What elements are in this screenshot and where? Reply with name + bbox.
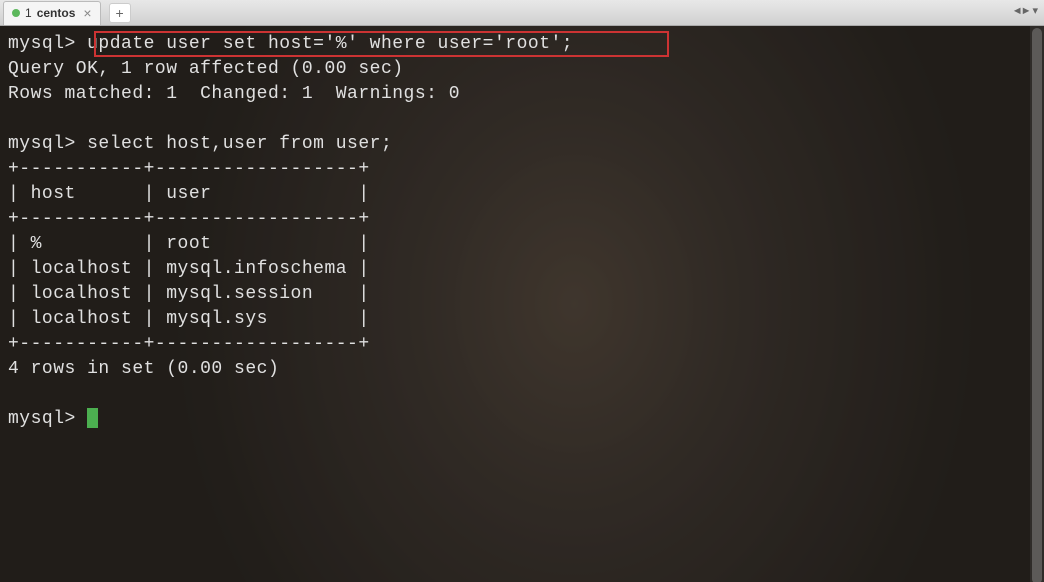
- tab-bar: 1 centos × + ◄► ▾: [0, 0, 1044, 26]
- table-border: +-----------+------------------+: [8, 334, 370, 354]
- table-row: | localhost | mysql.session |: [8, 284, 370, 304]
- scrollbar[interactable]: [1030, 26, 1044, 582]
- table-border: +-----------+------------------+: [8, 159, 370, 179]
- prompt: mysql>: [8, 34, 87, 54]
- tab-number: 1: [25, 6, 32, 20]
- dropdown-icon: ▾: [1032, 4, 1038, 17]
- terminal[interactable]: mysql> update user set host='%' where us…: [0, 26, 1044, 582]
- tab-menu[interactable]: ◄► ▾: [1012, 4, 1038, 17]
- table-header: | host | user |: [8, 184, 370, 204]
- tab-centos[interactable]: 1 centos ×: [3, 1, 101, 25]
- output-line: mysql> select host,user from user;: [8, 134, 392, 154]
- output-line: 4 rows in set (0.00 sec): [8, 359, 279, 379]
- tab-title: centos: [37, 6, 76, 20]
- output-line: Query OK, 1 row affected (0.00 sec): [8, 59, 404, 79]
- table-row: | localhost | mysql.sys |: [8, 309, 370, 329]
- table-border: +-----------+------------------+: [8, 209, 370, 229]
- sql-command: update user set host='%' where user='roo…: [87, 34, 573, 54]
- cursor: [87, 408, 98, 428]
- tab-nav-arrows-icon: ◄►: [1012, 5, 1030, 17]
- scrollbar-thumb[interactable]: [1032, 28, 1042, 582]
- output-line: Rows matched: 1 Changed: 1 Warnings: 0: [8, 84, 460, 104]
- add-tab-button[interactable]: +: [109, 3, 131, 23]
- plus-icon: +: [115, 5, 123, 21]
- connection-status-icon: [12, 9, 20, 17]
- prompt: mysql>: [8, 409, 87, 429]
- table-row: | % | root |: [8, 234, 370, 254]
- terminal-content: mysql> update user set host='%' where us…: [0, 26, 1044, 488]
- tab-close-icon[interactable]: ×: [83, 5, 91, 21]
- table-row: | localhost | mysql.infoschema |: [8, 259, 370, 279]
